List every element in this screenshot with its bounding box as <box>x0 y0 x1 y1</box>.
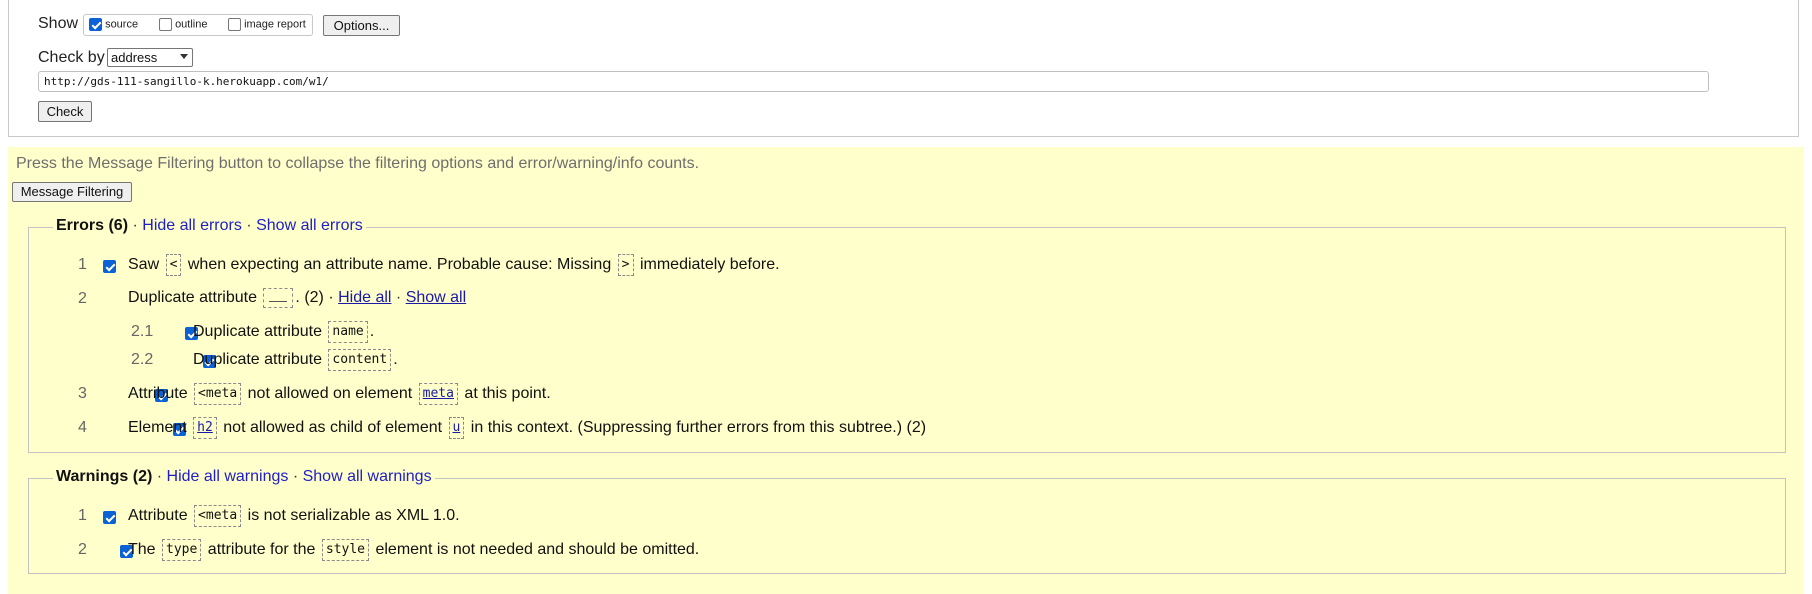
message-text: in this context. (Suppressing further er… <box>470 419 927 437</box>
show-label: Show <box>38 15 79 32</box>
message-text: Element <box>128 419 187 437</box>
results-panel: Press the Message Filtering button to co… <box>8 147 1804 594</box>
error-number: 4 <box>78 419 87 436</box>
code-snippet: name <box>328 321 368 343</box>
error-number: 1 <box>78 256 87 273</box>
message-text: Duplicate attribute <box>193 323 322 341</box>
hide-all-warnings-link[interactable]: Hide all warnings <box>167 468 289 485</box>
code-snippet: <meta <box>194 383 242 405</box>
error-1-checkbox[interactable] <box>103 260 116 274</box>
warnings-legend: Warnings (2) · Hide all warnings · Show … <box>53 468 435 486</box>
errors-legend: Errors (6) · Hide all errors · Show all … <box>53 217 366 235</box>
hide-all-errors-link[interactable]: Hide all errors <box>142 217 242 234</box>
show-all-errors-link[interactable]: Show all errors <box>256 217 363 234</box>
show-source-label: source <box>105 18 139 31</box>
message-text: is not serializable as XML 1.0. <box>247 507 460 525</box>
message-text: Attribute <box>128 507 188 525</box>
errors-title: Errors (6) <box>56 217 129 234</box>
warning-1-checkbox[interactable] <box>103 511 116 525</box>
message-text: at this point. <box>464 385 551 403</box>
code-snippet: style <box>321 539 370 561</box>
error-number: 3 <box>78 385 87 402</box>
options-button[interactable]: Options... <box>323 15 400 36</box>
code-snippet: content <box>328 349 392 371</box>
error-number: 2 <box>78 290 87 307</box>
error-3-message: Attribute <meta not allowed on element m… <box>128 383 551 405</box>
error-number: 2.1 <box>131 323 154 340</box>
error-2-1-message: Duplicate attribute name. <box>193 321 374 343</box>
show-outline-option[interactable]: outline <box>159 18 207 31</box>
message-text: element is not needed and should be omit… <box>375 541 700 559</box>
message-text: not allowed as child of element <box>223 419 443 437</box>
show-image-report-label: image report <box>244 18 306 31</box>
separator: · <box>132 217 138 234</box>
message-text: The <box>128 541 156 559</box>
check-by-label: Check by <box>38 49 105 66</box>
code-snippet: > <box>617 254 634 276</box>
message-text: Duplicate attribute <box>128 289 257 307</box>
show-image-report-checkbox[interactable] <box>228 18 241 31</box>
check-by-select[interactable]: address <box>107 48 193 67</box>
show-source-checkbox[interactable] <box>89 18 102 31</box>
separator: · <box>156 468 163 485</box>
show-options-group: source outline image report <box>83 14 313 36</box>
separator: · <box>292 468 299 485</box>
message-text: immediately before. <box>639 256 780 274</box>
warning-number: 1 <box>78 507 87 524</box>
show-outline-checkbox[interactable] <box>159 18 172 31</box>
show-all-warnings-link[interactable]: Show all warnings <box>303 468 432 485</box>
show-source-option[interactable]: source <box>89 18 138 31</box>
show-image-report-option[interactable]: image report <box>228 18 306 31</box>
warning-number: 2 <box>78 541 87 558</box>
show-outline-label: outline <box>175 18 208 31</box>
error-number: 2.2 <box>131 351 154 368</box>
error-4-message: Element h2 not allowed as child of eleme… <box>128 417 926 439</box>
message-text: attribute for the <box>207 541 316 559</box>
message-text: . <box>369 323 375 341</box>
check-by-value: address <box>111 50 158 65</box>
warnings-title: Warnings (2) <box>56 468 153 485</box>
chevron-down-icon <box>180 54 188 59</box>
message-text: when expecting an attribute name. Probab… <box>187 256 612 274</box>
error-2-2-message: Duplicate attribute content. <box>193 349 398 371</box>
warning-2-message: The type attribute for the style element… <box>128 539 699 561</box>
show-all-duplicate-link[interactable]: Show all <box>406 289 466 306</box>
message-text: . (2) · <box>295 289 334 307</box>
filter-hint: Press the Message Filtering button to co… <box>16 155 700 172</box>
check-button[interactable]: Check <box>38 101 92 122</box>
message-filtering-button[interactable]: Message Filtering <box>12 182 132 202</box>
message-text: Saw <box>128 256 160 274</box>
warnings-fieldset: Warnings (2) · Hide all warnings · Show … <box>28 468 1786 574</box>
blank-attribute-snippet <box>263 288 294 308</box>
message-text: not allowed on element <box>247 385 413 403</box>
element-link[interactable]: meta <box>418 383 458 405</box>
hide-all-duplicate-link[interactable]: Hide all <box>338 289 391 306</box>
message-text: . <box>393 351 398 369</box>
code-snippet: < <box>165 254 182 276</box>
errors-fieldset: Errors (6) · Hide all errors · Show all … <box>28 217 1786 453</box>
separator: · <box>395 289 402 307</box>
url-input[interactable]: http://gds-111-sangillo-k.herokuapp.com/… <box>38 71 1709 92</box>
warning-1-message: Attribute <meta is not serializable as X… <box>128 505 460 527</box>
error-2-message: Duplicate attribute . (2) · Hide all · S… <box>128 288 466 308</box>
element-link[interactable]: h2 <box>193 417 217 439</box>
code-snippet: <meta <box>194 505 242 527</box>
code-snippet: type <box>162 539 202 561</box>
message-text: Duplicate attribute <box>193 351 322 369</box>
error-1-message: Saw < when expecting an attribute name. … <box>128 254 780 276</box>
message-text: Attribute <box>128 385 188 403</box>
element-link[interactable]: u <box>448 417 465 439</box>
separator: · <box>246 217 252 234</box>
